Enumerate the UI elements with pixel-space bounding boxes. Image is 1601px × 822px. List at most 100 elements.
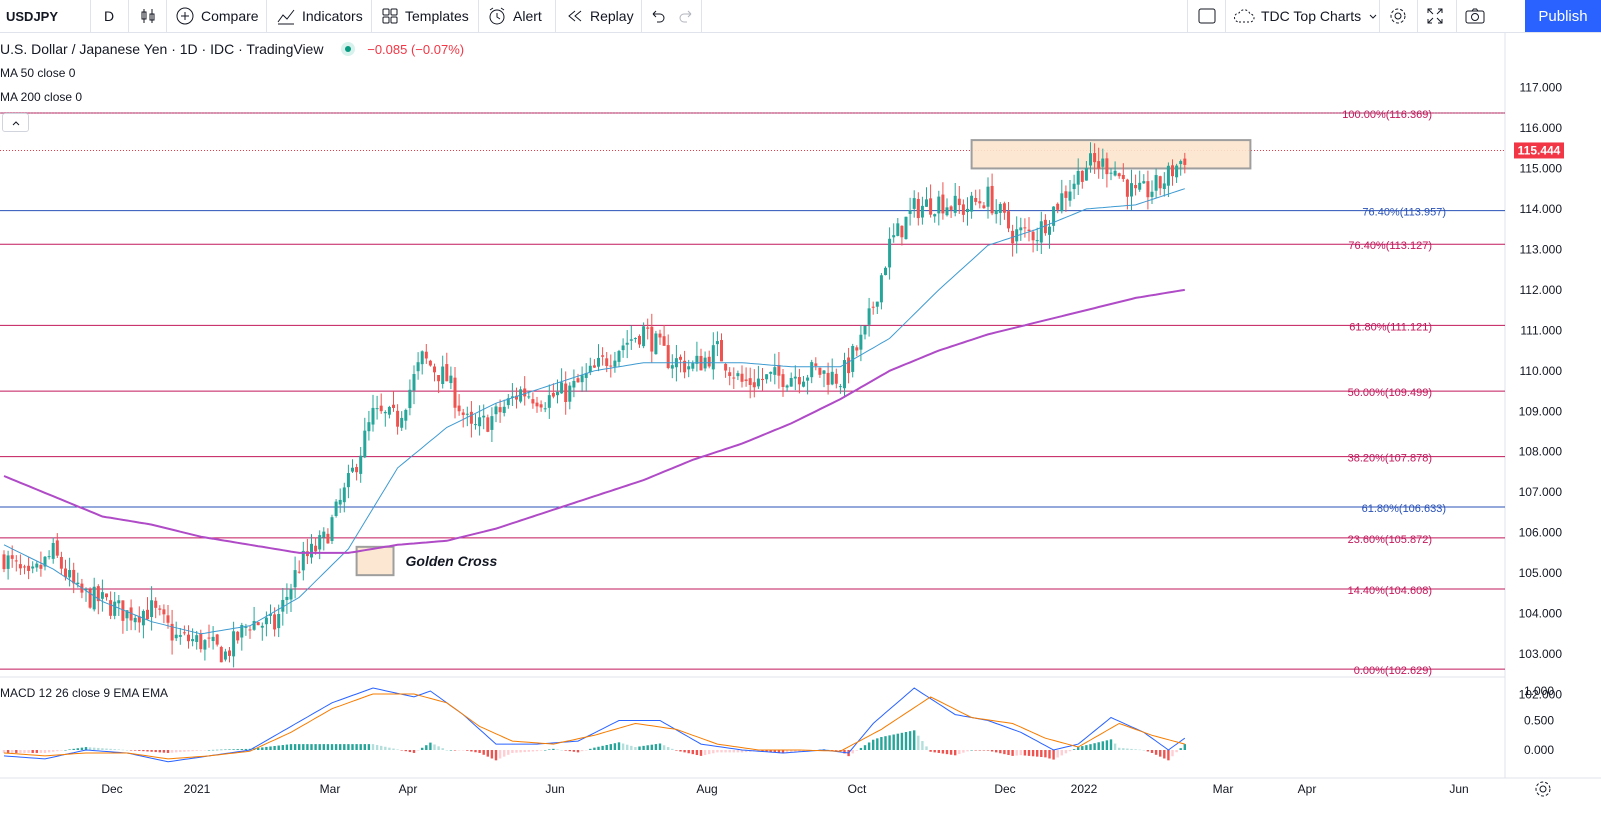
time-tick-label: Oct: [848, 782, 867, 796]
fullscreen-button[interactable]: [1426, 0, 1444, 32]
macd-histogram-bar: [302, 744, 305, 750]
macd-histogram-bar: [896, 733, 899, 750]
macd-tick-label: 0.000: [1524, 743, 1554, 757]
undo-button[interactable]: [649, 0, 667, 32]
price-tick-label: 104.000: [1519, 607, 1563, 621]
macd-histogram-bar: [113, 749, 116, 750]
macd-histogram-bar: [855, 750, 858, 751]
macd-histogram-bar: [445, 750, 448, 751]
compare-button[interactable]: Compare: [175, 0, 259, 32]
ma50-legend[interactable]: MA 50 close 0: [0, 66, 75, 80]
candle-body: [35, 563, 39, 568]
market-status-dot: [341, 42, 356, 56]
macd-histogram-bar: [658, 743, 662, 750]
macd-histogram-bar: [646, 745, 649, 750]
indicators-button[interactable]: Indicators: [276, 0, 363, 32]
candle-body: [621, 345, 625, 351]
layout-selector[interactable]: TDC Top Charts: [1233, 0, 1379, 32]
price-tick-label: 105.000: [1519, 566, 1563, 580]
replay-button[interactable]: Replay: [566, 0, 634, 32]
candle-body: [490, 416, 494, 430]
collapse-legend-button[interactable]: [2, 113, 29, 132]
indicators-icon: [277, 9, 295, 25]
macd-histogram-bar: [515, 750, 518, 753]
candle-body: [486, 417, 490, 432]
macd-histogram-bar: [138, 750, 141, 751]
annotation-layer: Golden Cross: [355, 139, 1252, 577]
settings-button[interactable]: [1388, 0, 1408, 32]
templates-label: Templates: [405, 8, 469, 24]
macd-histogram-bar: [1122, 748, 1125, 750]
macd-histogram-bar: [1056, 750, 1059, 758]
candle-body: [420, 351, 424, 365]
macd-histogram-bar: [724, 750, 727, 753]
time-tick-label: Mar: [320, 782, 341, 796]
candle-body: [1101, 158, 1105, 167]
ma200-legend[interactable]: MA 200 close 0: [0, 90, 82, 104]
macd-histogram-bar: [904, 732, 908, 750]
candle-body: [998, 204, 1002, 213]
candle-body: [1084, 167, 1088, 181]
macd-histogram-bar: [1089, 744, 1092, 750]
macd-histogram-bar: [277, 745, 280, 750]
candle-body: [1027, 229, 1031, 232]
axis-settings-icon[interactable]: [1535, 781, 1551, 797]
price-tick-label: 110.000: [1520, 364, 1563, 378]
redo-button[interactable]: [677, 0, 695, 32]
macd-histogram-bar: [60, 750, 63, 751]
candle-body: [1171, 165, 1174, 177]
price-tick-label: 106.000: [1519, 526, 1563, 540]
candle-body: [605, 358, 609, 366]
macd-histogram-bar: [23, 750, 26, 753]
macd-histogram-bar: [1183, 744, 1186, 750]
price-tick-label: 114.000: [1520, 202, 1563, 216]
macd-legend[interactable]: MACD 12 26 close 9 EMA EMA: [0, 686, 168, 700]
moving-average-layer: [3, 188, 1185, 635]
macd-histogram-bar: [11, 750, 14, 753]
macd-histogram-bar: [35, 750, 38, 753]
candle-body: [638, 335, 641, 345]
candle-body: [625, 342, 629, 345]
candle-body: [310, 543, 313, 558]
alert-button[interactable]: Alert: [487, 0, 542, 32]
macd-histogram-bar: [531, 750, 535, 752]
macd-histogram-bar: [982, 750, 986, 751]
fib-level-label: 38.20%(107.878): [1348, 453, 1432, 465]
candle-body: [1002, 203, 1006, 213]
candle-body: [1175, 165, 1179, 178]
candle-body: [293, 570, 297, 588]
candle-body: [892, 235, 896, 238]
macd-histogram-bar: [1093, 743, 1096, 750]
candle-body: [797, 377, 801, 385]
publish-button[interactable]: Publish: [1525, 0, 1601, 32]
candle-body: [777, 364, 781, 376]
templates-button[interactable]: Templates: [381, 0, 469, 32]
candle-body: [818, 367, 822, 375]
macd-histogram-bar: [675, 750, 678, 751]
macd-histogram-bar: [560, 750, 563, 751]
candle-body: [502, 406, 506, 413]
candle-body: [990, 185, 994, 214]
macd-histogram-bar: [548, 749, 551, 750]
chart-type-button[interactable]: [139, 0, 157, 32]
chevron-up-icon: [12, 120, 19, 125]
snapshot-button[interactable]: [1464, 0, 1486, 32]
candle-body: [547, 395, 551, 408]
macd-histogram-bar: [617, 742, 621, 750]
candle-body: [1035, 240, 1039, 242]
candle-body: [457, 405, 461, 412]
interval-button[interactable]: D: [104, 0, 114, 32]
macd-histogram-bar: [289, 744, 293, 750]
candle-body: [264, 617, 268, 625]
price-chart[interactable]: 100.00%(116.369) 76.40%(113.957) 76.40%(11…: [0, 33, 1601, 822]
macd-histogram-bar: [310, 744, 313, 750]
macd-histogram-bar: [367, 744, 371, 750]
symbol-search-button[interactable]: USDJPY: [6, 0, 58, 32]
fullscreen-layout-button[interactable]: [1197, 0, 1217, 32]
macd-histogram-bar: [261, 747, 264, 750]
macd-histogram-bar: [187, 750, 190, 752]
candle-body: [1150, 191, 1154, 197]
candle-body: [211, 636, 215, 642]
candle-body: [609, 365, 613, 367]
candle-body: [461, 412, 465, 415]
